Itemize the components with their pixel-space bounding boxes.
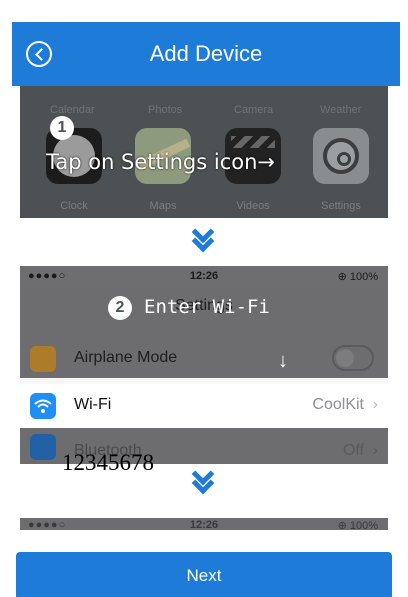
chevron-down-icon: [190, 220, 218, 254]
step2-instruction: Enter Wi-Fi: [144, 296, 270, 318]
app-name-clock: Clock: [60, 200, 88, 212]
airplane-mode-label: Airplane Mode: [74, 349, 178, 366]
next-button[interactable]: Next: [16, 552, 392, 597]
chevron-right-icon: ›: [372, 396, 378, 413]
step2-number-badge: 2: [108, 296, 132, 320]
step1-number-badge: 1: [50, 116, 74, 140]
app-name-videos: Videos: [236, 200, 270, 212]
down-arrow-icon: ↓: [278, 350, 288, 372]
status-time: 12:26: [189, 519, 219, 530]
wifi-icon: [30, 393, 56, 419]
chevron-down-icon: [190, 462, 218, 496]
wifi-row: Wi-Fi CoolKit ›: [20, 384, 388, 426]
wifi-label: Wi-Fi: [74, 396, 112, 413]
airplane-toggle: [332, 345, 374, 371]
app-label-camera: Camera: [234, 104, 274, 116]
bluetooth-value: Off: [342, 442, 364, 459]
page-title: Add Device: [149, 41, 263, 66]
step1-instruction: Tap on Settings icon→: [46, 150, 276, 174]
battery-indicator: ⊕ 100%: [337, 520, 378, 530]
app-label-calendar: Calendar: [50, 104, 95, 116]
bluetooth-icon: [30, 434, 56, 460]
status-bar: ●●●●○ 12:26 ⊕ 100%: [20, 266, 388, 288]
add-device-screen: Add Device Calendar Photos Camera Weathe…: [0, 0, 408, 597]
chevron-right-icon: ›: [372, 442, 378, 459]
app-name-settings: Settings: [321, 200, 361, 212]
overlay-code-text: 12345678: [62, 450, 154, 475]
app-label-weather: Weather: [320, 104, 362, 116]
airplane-mode-row: Airplane Mode: [20, 340, 388, 378]
step2-screenshot: ●●●●○ 12:26 ⊕ 100% Settings 2 Enter Wi-F…: [20, 266, 388, 426]
settings-gear-icon: [313, 128, 369, 184]
airplane-icon: [30, 346, 56, 372]
app-name-maps: Maps: [149, 200, 177, 212]
app-label-photos: Photos: [148, 104, 183, 116]
status-time: 12:26: [189, 270, 219, 282]
step3-screenshot-preview: ●●●●○ 12:26 ⊕ 100%: [20, 518, 388, 530]
header-bar: Add Device: [12, 22, 400, 86]
battery-indicator: ⊕ 100%: [337, 271, 378, 283]
wifi-value: CoolKit: [312, 396, 364, 413]
step1-screenshot: Calendar Photos Camera Weather Clock Map…: [20, 86, 388, 218]
